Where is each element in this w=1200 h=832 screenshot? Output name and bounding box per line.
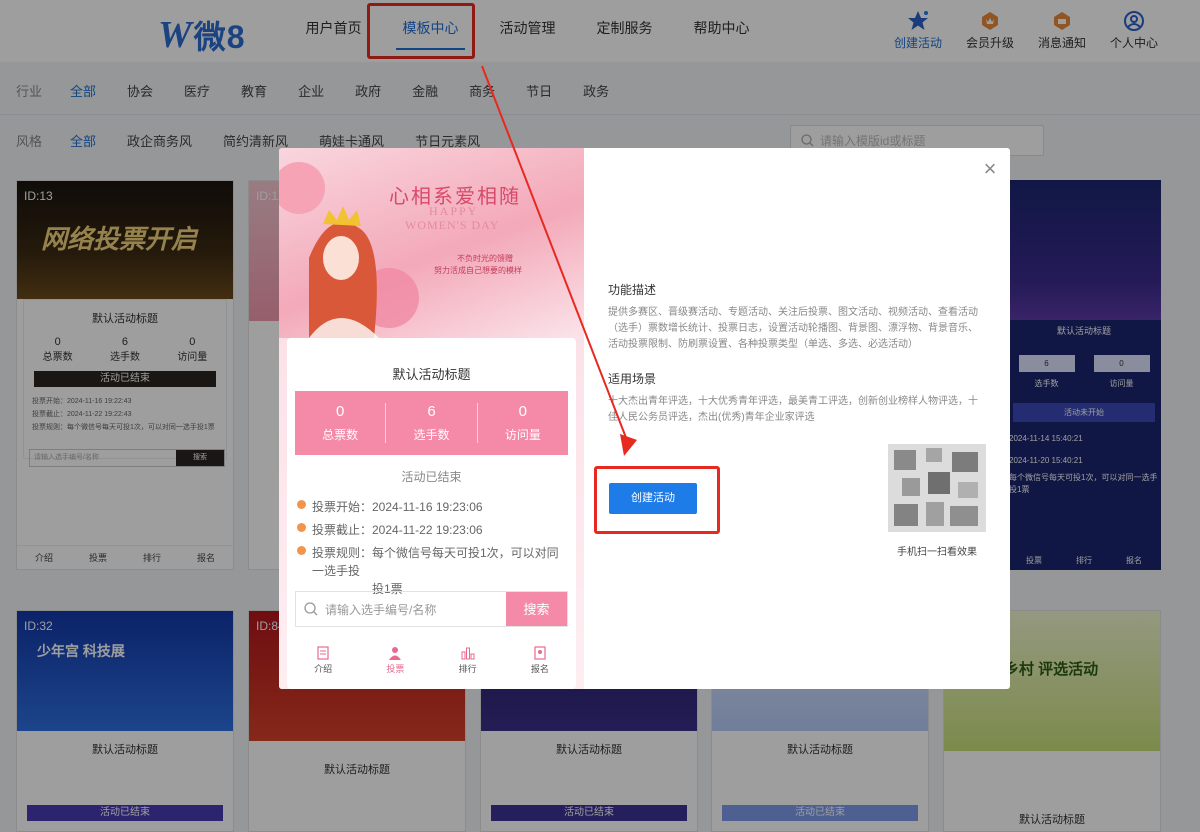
qr-label: 手机扫一扫看效果 [897, 547, 977, 558]
bullet-icon [297, 500, 306, 509]
contestant-search-button[interactable]: 搜索 [506, 592, 567, 626]
signup-icon [534, 646, 546, 660]
contestant-search[interactable]: 请输入选手编号/名称 搜索 [295, 591, 568, 627]
activity-stats: 0 总票数 6 选手数 0 访问量 [295, 391, 568, 455]
poster-banner: 心相系爱相随 HAPPY WOMEN'S DAY 不负时光的馈赠 努力活成自己想… [279, 148, 584, 338]
document-icon [317, 646, 329, 660]
bullet-icon [297, 523, 306, 532]
stat-total-votes: 0 总票数 [295, 403, 387, 443]
poster-activity-card: 默认活动标题 0 总票数 6 选手数 0 访问量 活动已结束 投票开始：2024-11… [287, 338, 576, 689]
tab-ranking[interactable]: 排行 [459, 646, 477, 675]
vote-end: 投票截止：2024-11-22 19:23:06 [297, 521, 483, 538]
search-icon [304, 602, 318, 616]
activity-title: 默认活动标题 [392, 367, 471, 382]
ranking-icon [461, 647, 475, 660]
feature-text: 提供多赛区、晋级赛活动、专题活动、关注后投票、图文活动、视频活动、查看活动（选手… [608, 307, 978, 350]
template-poster-preview: 心相系爱相随 HAPPY WOMEN'S DAY 不负时光的馈赠 努力活成自己想… [279, 148, 584, 689]
person-icon [389, 647, 402, 660]
stat-visits: 0 访问量 [504, 403, 541, 442]
tab-vote[interactable]: 投票 [386, 646, 404, 675]
bullet-icon [297, 546, 306, 555]
vote-rule: 投票规则：每个微信号每天可投1次，可以对同一选手投 投1票 [297, 544, 567, 598]
close-icon[interactable]: × [979, 158, 1001, 180]
feature-title: 功能描述 [608, 283, 657, 297]
poster-bottom-tabs: 介绍 投票 排行 报名 [287, 646, 576, 675]
woman-illustration [279, 162, 419, 338]
tab-signup[interactable]: 报名 [531, 646, 549, 675]
stat-contestants: 6 选手数 [386, 403, 478, 443]
scene-title: 适用场景 [608, 372, 657, 386]
highlight-box-create [594, 466, 720, 534]
tab-intro[interactable]: 介绍 [314, 646, 332, 675]
template-preview-modal: 心相系爱相随 HAPPY WOMEN'S DAY 不负时光的馈赠 努力活成自己想… [279, 148, 1010, 689]
qr-code-icon [888, 444, 986, 532]
activity-status: 活动已结束 [401, 470, 462, 484]
vote-start: 投票开始：2024-11-16 19:23:06 [297, 498, 483, 515]
scene-text: 十大杰出青年评选，十大优秀青年评选，最美青工评选，创新创业榜样人物评选，十佳人民… [608, 396, 978, 423]
